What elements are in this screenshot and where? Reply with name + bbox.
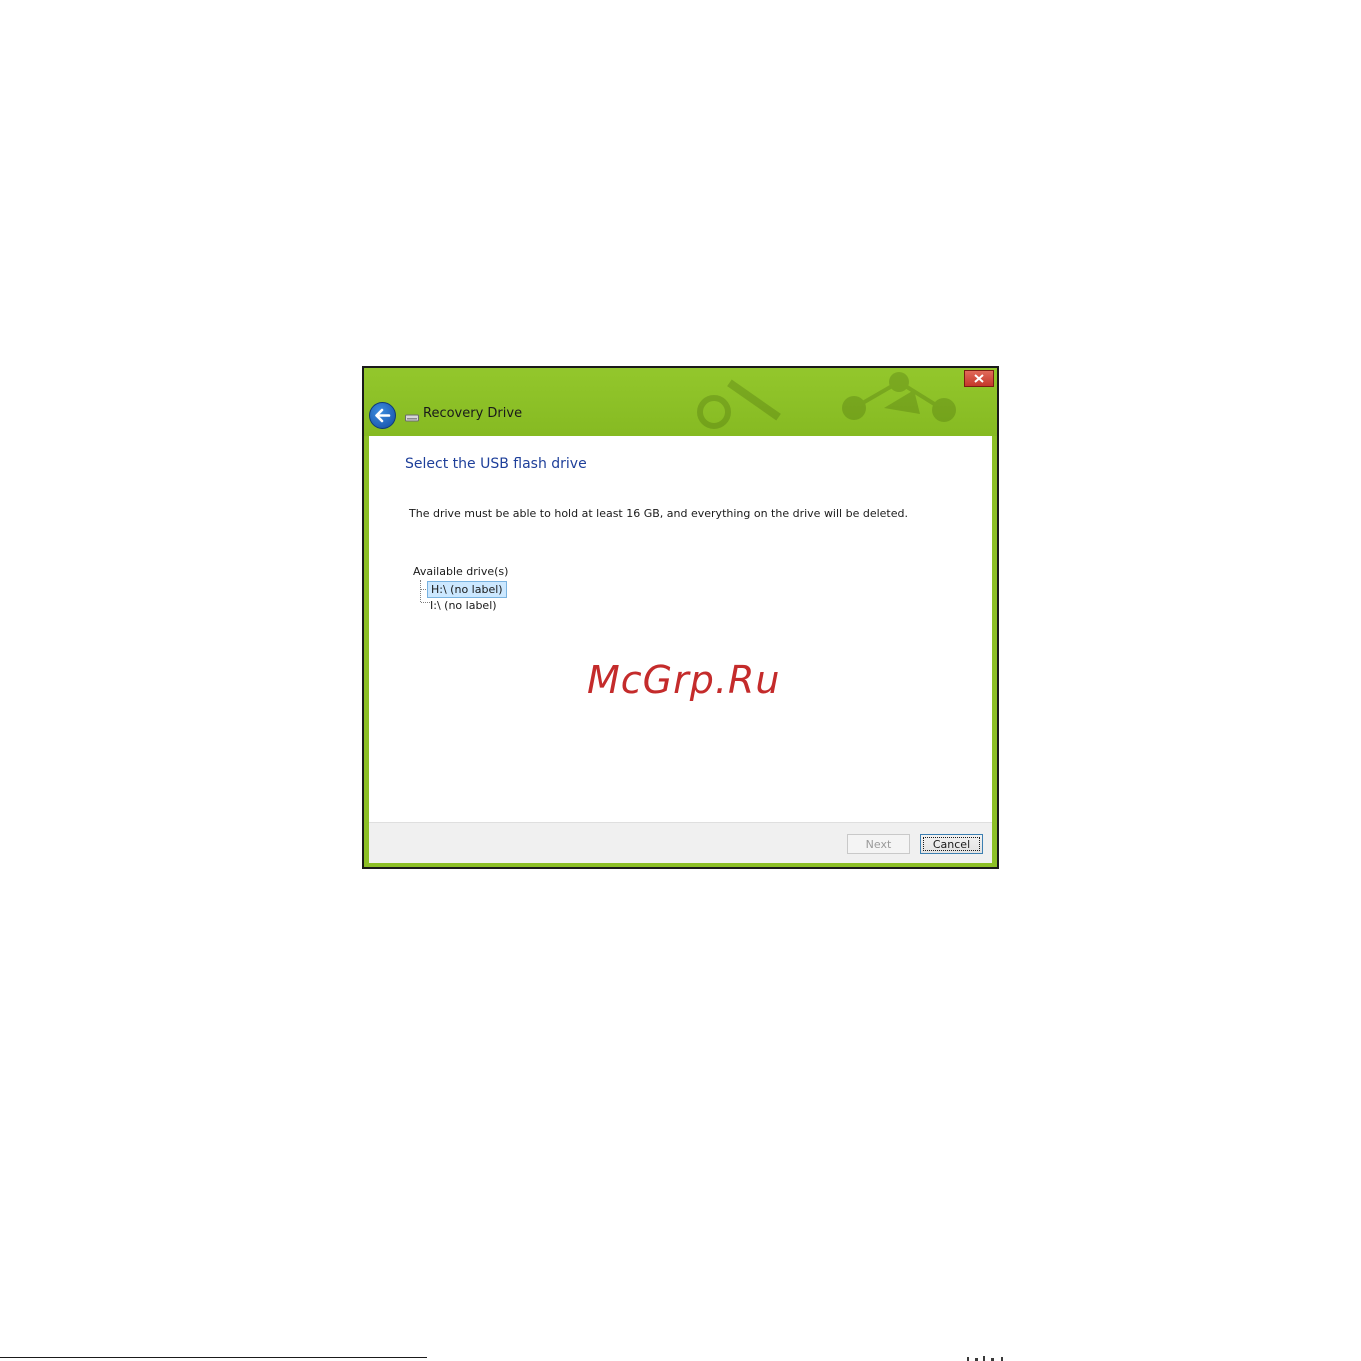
page: Recovery Drive Select the USB flash driv… bbox=[0, 0, 1361, 1361]
close-icon bbox=[974, 374, 984, 383]
next-button[interactable]: Next bbox=[847, 834, 910, 854]
title-bar: Recovery Drive bbox=[364, 368, 997, 436]
page-corner-mark bbox=[967, 1356, 1003, 1361]
content-area: Select the USB flash drive The drive mus… bbox=[369, 436, 992, 822]
drive-tree: Available drive(s) H:\ (no label) I:\ (n… bbox=[413, 565, 613, 625]
tree-item-drive-i[interactable]: I:\ (no label) bbox=[427, 598, 500, 613]
cancel-button[interactable]: Cancel bbox=[920, 834, 983, 854]
instruction-text: The drive must be able to hold at least … bbox=[409, 507, 908, 520]
back-arrow-icon bbox=[375, 408, 391, 423]
recovery-drive-window: Recovery Drive Select the USB flash driv… bbox=[362, 366, 999, 869]
page-divider bbox=[0, 1357, 427, 1358]
tree-item-drive-h[interactable]: H:\ (no label) bbox=[427, 581, 507, 598]
watermark-text: McGrp.Ru bbox=[587, 658, 781, 702]
tree-connector bbox=[420, 580, 421, 602]
page-heading: Select the USB flash drive bbox=[405, 456, 587, 472]
back-button[interactable] bbox=[369, 402, 396, 429]
tools-decoration-icon bbox=[697, 372, 956, 429]
close-button[interactable] bbox=[964, 370, 994, 387]
tree-root-label: Available drive(s) bbox=[413, 565, 509, 578]
usb-drive-icon bbox=[405, 414, 419, 422]
window-title: Recovery Drive bbox=[423, 406, 523, 421]
footer-bar: Next Cancel bbox=[369, 822, 992, 863]
